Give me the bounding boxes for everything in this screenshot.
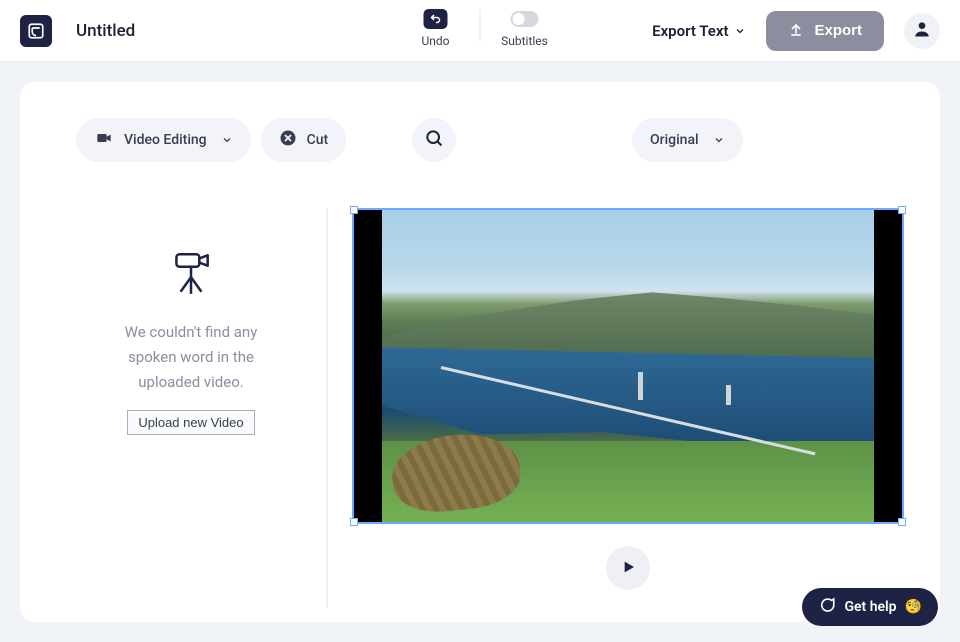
header-right: Export Text Export [652, 11, 940, 51]
get-help-button[interactable]: Get help 🧐 [802, 588, 938, 626]
main-panel: Video Editing Cut Original [20, 82, 940, 622]
chevron-down-icon [734, 25, 746, 37]
camera-stand-icon [166, 248, 216, 302]
chevron-down-icon [713, 134, 725, 146]
pillarbox-left [354, 210, 382, 522]
search-icon [424, 128, 444, 152]
video-preview-panel [352, 208, 904, 598]
header-divider [480, 10, 481, 42]
close-circle-icon [279, 129, 297, 151]
export-text-dropdown[interactable]: Export Text [652, 22, 746, 40]
face-emoji-icon: 🧐 [905, 599, 922, 615]
empty-line-2: spoken word in the [125, 345, 258, 370]
play-button[interactable] [606, 546, 650, 590]
video-canvas[interactable] [352, 208, 904, 524]
user-avatar-button[interactable] [904, 13, 940, 49]
subtitles-toggle-button[interactable]: Subtitles [485, 8, 565, 48]
play-icon [620, 559, 636, 578]
empty-line-1: We couldn't find any [125, 320, 258, 345]
cut-button[interactable]: Cut [261, 118, 347, 162]
undo-button[interactable]: Undo [396, 8, 476, 48]
chat-icon [818, 596, 836, 618]
subtitles-label: Subtitles [501, 34, 548, 48]
video-editing-dropdown[interactable]: Video Editing [76, 118, 251, 162]
resize-handle-bottom-left[interactable] [350, 518, 358, 526]
original-label: Original [650, 132, 699, 148]
video-editing-label: Video Editing [124, 132, 207, 148]
content-area: Video Editing Cut Original [0, 62, 960, 642]
export-button-label: Export [814, 22, 862, 39]
app-header: Untitled Undo Subtitles Export Text [0, 0, 960, 62]
project-title[interactable]: Untitled [76, 21, 135, 41]
resize-handle-top-left[interactable] [350, 206, 358, 214]
empty-state-message: We couldn't find any spoken word in the … [125, 320, 258, 394]
aspect-ratio-dropdown[interactable]: Original [632, 118, 743, 162]
resize-handle-bottom-right[interactable] [898, 518, 906, 526]
resize-handle-top-right[interactable] [898, 206, 906, 214]
toolbar-left: Video Editing Cut [76, 118, 346, 162]
empty-line-3: uploaded video. [125, 370, 258, 395]
toggle-icon [511, 11, 539, 27]
user-icon [912, 19, 932, 43]
video-thumbnail [382, 210, 874, 522]
app-logo-icon [20, 15, 52, 47]
cut-label: Cut [307, 132, 329, 148]
undo-label: Undo [421, 34, 449, 48]
export-text-label: Export Text [652, 22, 728, 40]
upload-icon [788, 21, 804, 41]
pillarbox-right [874, 210, 902, 522]
video-camera-icon [94, 130, 114, 150]
chevron-down-icon [221, 134, 233, 146]
header-center-tools: Undo Subtitles [396, 8, 565, 48]
export-button[interactable]: Export [766, 11, 884, 51]
search-button[interactable] [412, 118, 456, 162]
transcript-panel: We couldn't find any spoken word in the … [56, 208, 328, 608]
upload-new-video-button[interactable]: Upload new Video [127, 410, 254, 435]
get-help-label: Get help [844, 599, 896, 615]
undo-icon [424, 9, 448, 29]
